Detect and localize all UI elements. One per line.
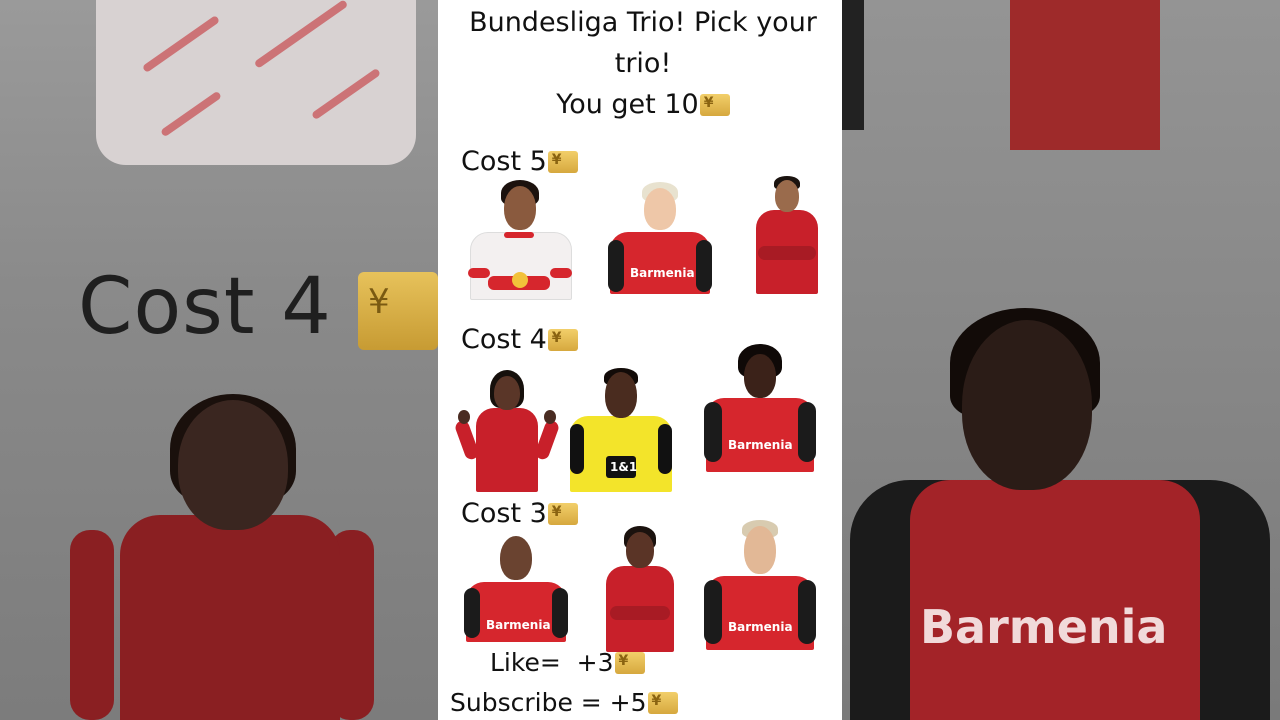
background-player-left [60,394,380,720]
background-cost-text: Cost 4 [78,262,332,352]
yen-banknote-icon [547,151,578,173]
yen-banknote-icon [547,329,578,351]
background-left: Cost 4 [0,0,438,720]
player-card[interactable]: Barmenia [704,344,816,472]
player-card[interactable] [468,180,572,300]
background-player-right: Barmenia [850,300,1280,720]
title-line-3: You get 10 [438,84,842,125]
player-card[interactable]: Barmenia [704,520,816,650]
background-white-jersey [96,0,416,165]
yen-banknote-icon [547,503,578,525]
title-block: Bundesliga Trio! Pick your trio! You get… [438,2,842,125]
yen-banknote-icon [614,652,645,674]
tier-label-cost-4: Cost 4 [461,324,578,355]
yen-banknote-icon [699,94,730,116]
background-brand-text: Barmenia [920,600,1168,654]
title-line-2: trio! [614,48,672,79]
player-card[interactable] [453,370,561,492]
player-card[interactable]: Barmenia [608,180,712,298]
content-panel: Bundesliga Trio! Pick your trio! You get… [438,0,842,720]
background-red-jersey [1010,0,1160,150]
subscribe-bonus-text: Subscribe = +5 [450,688,678,717]
tier-label-cost-5: Cost 5 [461,146,578,177]
yen-banknote-icon [647,692,678,714]
like-bonus-text: Like= +3 [490,648,645,677]
background-dark-strip [842,0,864,130]
player-card[interactable]: 1&1 [570,368,672,492]
title-line-1: Bundesliga Trio! Pick your [469,7,817,38]
player-card[interactable] [754,176,820,296]
background-money-icon [358,272,438,350]
player-card[interactable] [604,526,676,652]
player-card[interactable]: Barmenia [464,534,568,642]
tier-label-cost-3: Cost 3 [461,498,578,529]
